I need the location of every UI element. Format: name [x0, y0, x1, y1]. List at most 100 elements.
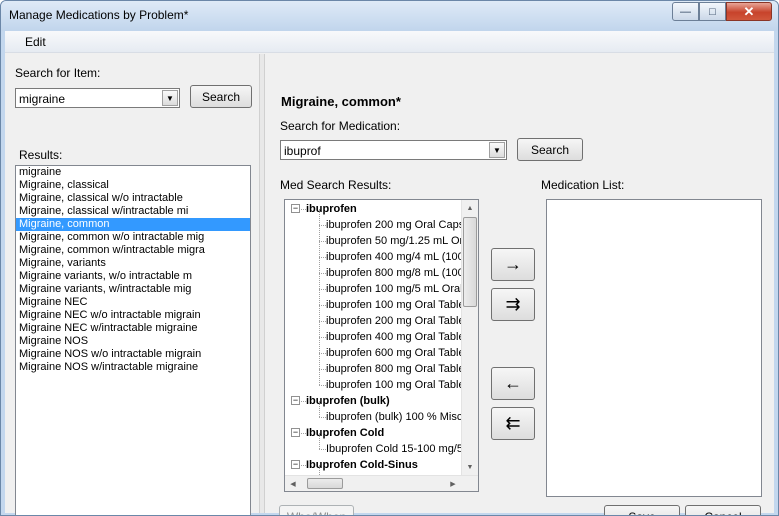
- tree-connector: [319, 257, 326, 258]
- tree-connector: [319, 321, 326, 322]
- save-button[interactable]: Save: [604, 505, 680, 515]
- tree-item[interactable]: ibuprofen (bulk) 100 % Misce: [326, 409, 468, 425]
- add-selected-button[interactable]: →: [491, 248, 535, 281]
- tree-item[interactable]: ibuprofen 800 mg/8 mL (100: [326, 265, 464, 281]
- search-item-label: Search for Item:: [15, 66, 101, 80]
- tree-item[interactable]: ibuprofen 100 mg Oral Tablet: [326, 297, 468, 313]
- close-button[interactable]: ✕: [726, 2, 772, 21]
- list-item[interactable]: Migraine NOS w/intractable migraine: [16, 361, 250, 374]
- list-item[interactable]: Migraine NEC w/o intractable migrain: [16, 309, 250, 322]
- main-window: Manage Medications by Problem* — □ ✕ Edi…: [0, 0, 779, 516]
- med-search-results-label: Med Search Results:: [280, 178, 392, 192]
- list-item[interactable]: Migraine, common w/o intractable mig: [16, 231, 250, 244]
- tree-item[interactable]: ibuprofen 400 mg/4 mL (100: [326, 249, 464, 265]
- list-item[interactable]: Migraine, classical: [16, 179, 250, 192]
- tree-connector: [319, 305, 326, 306]
- tree-group[interactable]: Ibuprofen Cold-Sinus: [306, 457, 418, 473]
- tree-item[interactable]: ibuprofen 200 mg Oral Tablet: [326, 313, 468, 329]
- tree-item[interactable]: ibuprofen 600 mg Oral Tablet: [326, 345, 468, 361]
- tree-connector: [319, 289, 320, 305]
- scroll-right-icon[interactable]: ▶: [445, 476, 461, 491]
- title-bar[interactable]: Manage Medications by Problem* — □ ✕: [1, 1, 778, 31]
- double-arrow-right-icon: ⇉: [505, 294, 521, 314]
- minimize-button[interactable]: —: [672, 2, 699, 21]
- item-search-button[interactable]: Search: [190, 85, 252, 108]
- scroll-up-icon[interactable]: ▲: [462, 200, 478, 216]
- maximize-icon: □: [709, 5, 716, 18]
- client-area: Edit Search for Item: migraine ▼ Search …: [5, 31, 774, 515]
- who-when-button: Who/When: [279, 505, 354, 515]
- tree-horizontal-scrollbar[interactable]: ◀ ▶: [285, 475, 478, 491]
- chevron-down-icon: ▼: [493, 145, 501, 155]
- maximize-button[interactable]: □: [699, 2, 726, 21]
- medication-list[interactable]: [546, 199, 762, 497]
- close-icon: ✕: [743, 3, 755, 19]
- med-search-results-tree[interactable]: − ibuprofen ibuprofen 200 mg Oral Capsu ibu…: [284, 199, 479, 492]
- tree-item[interactable]: ibuprofen 100 mg Oral Tablet: [326, 377, 468, 393]
- cancel-button[interactable]: Cancel: [685, 505, 761, 515]
- scroll-thumb[interactable]: [463, 217, 477, 307]
- medication-pane: Migraine, common* Search for Medication:…: [265, 54, 774, 515]
- tree-item[interactable]: ibuprofen 50 mg/1.25 mL Ora: [326, 233, 469, 249]
- list-item[interactable]: Migraine variants, w/intractable mig: [16, 283, 250, 296]
- tree-connector: [319, 369, 326, 370]
- list-item[interactable]: Migraine, common: [16, 218, 250, 231]
- scroll-down-icon[interactable]: ▼: [462, 459, 478, 475]
- scroll-thumb[interactable]: [307, 478, 343, 489]
- tree-item[interactable]: Ibuprofen Cold 15-100 mg/5: [326, 441, 463, 457]
- search-medication-label: Search for Medication:: [280, 119, 401, 133]
- tree-group[interactable]: Ibuprofen Cold: [306, 425, 384, 441]
- medication-search-button[interactable]: Search: [517, 138, 583, 161]
- item-search-combo[interactable]: migraine ▼: [15, 88, 180, 108]
- collapse-icon[interactable]: −: [291, 396, 300, 405]
- list-item[interactable]: migraine: [16, 166, 250, 179]
- tree-group[interactable]: ibuprofen: [306, 201, 357, 217]
- arrow-right-icon: →: [504, 254, 522, 274]
- collapse-icon[interactable]: −: [291, 460, 300, 469]
- list-item[interactable]: Migraine, common w/intractable migra: [16, 244, 250, 257]
- add-all-button[interactable]: ⇉: [491, 288, 535, 321]
- scroll-left-icon[interactable]: ◀: [285, 476, 301, 491]
- menu-bar: Edit: [5, 31, 774, 53]
- tree-connector: [319, 321, 320, 337]
- medication-search-combo[interactable]: ibuprof ▼: [280, 140, 507, 160]
- tree-connector: [319, 257, 320, 273]
- tree-item[interactable]: ibuprofen 400 mg Oral Tablet: [326, 329, 468, 345]
- tree-connector: [319, 449, 326, 450]
- tree-vertical-scrollbar[interactable]: ▲ ▼: [461, 200, 478, 476]
- list-item[interactable]: Migraine, classical w/intractable mi: [16, 205, 250, 218]
- list-item[interactable]: Migraine NOS w/o intractable migrain: [16, 348, 250, 361]
- tree-connector: [319, 385, 326, 386]
- tree-item[interactable]: ibuprofen 200 mg Oral Capsu: [326, 217, 470, 233]
- combo-dropdown-button[interactable]: ▼: [162, 90, 178, 106]
- list-item[interactable]: Migraine variants, w/o intractable m: [16, 270, 250, 283]
- tree-item[interactable]: ibuprofen 100 mg/5 mL Oral: [326, 281, 463, 297]
- remove-selected-button[interactable]: ←: [491, 367, 535, 400]
- tree-connector: [319, 401, 320, 417]
- tree-connector: [319, 209, 320, 225]
- list-item[interactable]: Migraine NEC w/intractable migraine: [16, 322, 250, 335]
- tree-connector: [319, 289, 326, 290]
- menu-edit[interactable]: Edit: [25, 35, 46, 49]
- list-item[interactable]: Migraine, classical w/o intractable: [16, 192, 250, 205]
- tree-connector: [319, 433, 320, 449]
- results-label: Results:: [19, 148, 63, 162]
- collapse-icon[interactable]: −: [291, 428, 300, 437]
- medication-search-value: ibuprof: [284, 144, 321, 158]
- tree-connector: [319, 225, 320, 241]
- list-item[interactable]: Migraine, variants: [16, 257, 250, 270]
- list-item[interactable]: Migraine NEC: [16, 296, 250, 309]
- tree-connector: [319, 305, 320, 321]
- results-list[interactable]: migraine Migraine, classical Migraine, cla…: [15, 165, 251, 515]
- item-search-value: migraine: [19, 92, 66, 106]
- list-item[interactable]: Migraine NOS: [16, 335, 250, 348]
- arrow-left-icon: ←: [504, 373, 522, 393]
- tree-connector: [319, 225, 326, 226]
- medication-list-label: Medication List:: [541, 178, 625, 192]
- combo-dropdown-button[interactable]: ▼: [489, 142, 505, 158]
- tree-connector: [319, 369, 320, 385]
- tree-item[interactable]: ibuprofen 800 mg Oral Tablet: [326, 361, 468, 377]
- remove-all-button[interactable]: ⇇: [491, 407, 535, 440]
- collapse-icon[interactable]: −: [291, 204, 300, 213]
- tree-connector: [319, 337, 326, 338]
